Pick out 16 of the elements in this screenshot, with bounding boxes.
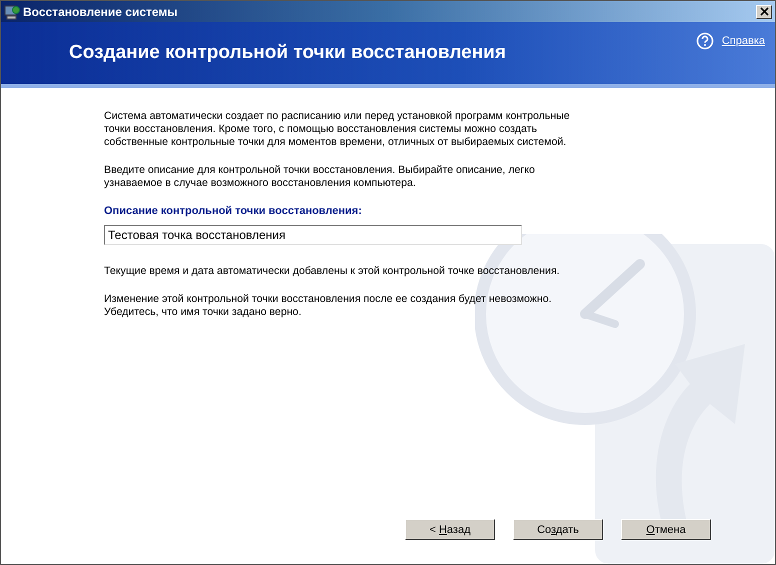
dialog-button[interactable]: < Назад [405,519,495,540]
window-title: Восстановление системы [23,4,179,18]
instruction-text: Система автоматически создает по расписанию или перед установкой программ контрольные точки восстановления. Кроме того, с помощью восстановления системы можно создать собственные контрольные точки для моментов времени, отличных от выбираемых системой. [104,110,571,149]
page-heading: Создание контрольной точки восстановления [69,42,506,64]
close-button[interactable] [756,4,772,18]
close-icon [760,7,768,16]
note-text: Изменение этой контрольной точки восстановления после ее создания будет невозможно. Убедитесь, что имя точки задано верно. [104,293,553,319]
dialog-button[interactable]: Отмена [621,519,711,540]
help-link[interactable]: Справка [722,35,765,47]
instruction-text: Введите описание для контрольной точки восстановления. Выбирайте описание, легко узнаваемое в случае возможного восстановления компьютера. [104,164,536,190]
description-input[interactable]: Тестовая точка восстановления [104,225,522,245]
computer-icon [4,4,20,20]
dialog-button[interactable]: Создать [513,519,603,540]
field-label: Описание контрольной точки восстановления: [104,205,363,218]
help-icon[interactable] [696,32,714,50]
note-text: Текущие время и дата автоматически добавлены к этой контрольной точке восстановления. [104,265,561,278]
